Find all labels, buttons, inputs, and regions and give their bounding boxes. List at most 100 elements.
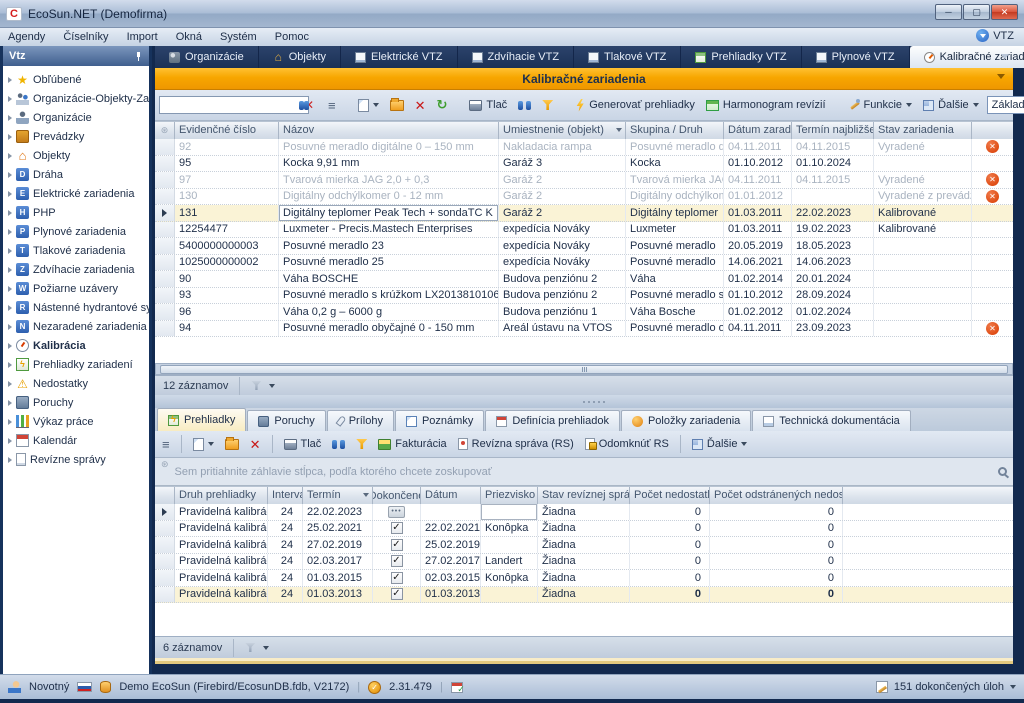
functions-button[interactable]: Funkcie	[845, 97, 916, 113]
checkbox-checked-icon[interactable]: ✓	[391, 522, 403, 534]
sidebar-item[interactable]: T Tlakové zariadenia	[3, 241, 149, 260]
detail-tab[interactable]: Prehliadky	[157, 408, 246, 431]
footer-filter-icon[interactable]	[245, 643, 255, 652]
sidebar-item[interactable]: Nedostatky	[3, 374, 149, 393]
menu-item[interactable]: Agendy	[8, 31, 45, 43]
search-input[interactable]	[162, 99, 304, 111]
sidebar-item[interactable]: Revízne správy	[3, 450, 149, 469]
device-row[interactable]: 96 Váha 0,2 g – 6000 g Budova penziónu 1…	[155, 304, 1013, 321]
unlock-rs-button[interactable]: Odomknúť RS	[582, 436, 672, 452]
cell-dokoncene[interactable]: ✓•••	[373, 537, 421, 553]
checkbox-editor-button[interactable]: •••	[388, 506, 405, 518]
print-button[interactable]: Tlač	[466, 97, 510, 113]
filter-button[interactable]	[539, 98, 556, 112]
detail-open-button[interactable]	[222, 437, 242, 452]
sidebar-item[interactable]: N Nezaradené zariadenia	[3, 317, 149, 336]
column-header[interactable]: Druh prehliadky	[175, 487, 268, 504]
expand-arrow-icon[interactable]	[8, 419, 12, 425]
inspection-row[interactable]: Pravidelná kalibrácia 24 01.03.2013 ✓•••…	[155, 587, 1013, 604]
footer-filter-caret-icon[interactable]	[269, 384, 275, 391]
inspection-row[interactable]: Pravidelná kalibrácia 24 01.03.2015 ✓•••…	[155, 570, 1013, 587]
detail-find-button[interactable]	[329, 438, 348, 451]
sidebar-item[interactable]: Prehliadky zariadení	[3, 355, 149, 374]
detail-delete-button[interactable]: ✕	[247, 437, 264, 452]
expand-arrow-icon[interactable]	[8, 286, 12, 292]
layout-menu-button[interactable]: ≡	[325, 96, 339, 115]
device-row[interactable]: 130 Digitálny odchýlkomer 0 - 12 mm Gará…	[155, 189, 1013, 206]
detail-new-button[interactable]	[190, 436, 217, 453]
expand-arrow-icon[interactable]	[8, 324, 12, 330]
expand-arrow-icon[interactable]	[8, 153, 12, 159]
device-row[interactable]: 92 Posuvné meradlo digitálne 0 – 150 mm …	[155, 139, 1013, 156]
slovak-flag-icon[interactable]	[77, 682, 92, 692]
column-header[interactable]: Dokončené	[373, 487, 421, 504]
tab-overflow-caret-icon[interactable]	[1001, 54, 1009, 63]
expand-arrow-icon[interactable]	[8, 115, 12, 121]
sidebar-item[interactable]: Z Zdvíhacie zariadenia	[3, 260, 149, 279]
horizontal-scrollbar[interactable]	[155, 363, 1013, 375]
column-header[interactable]: Názov	[279, 122, 499, 139]
device-row[interactable]: 1025000000002 Posuvné meradlo 25 expedíc…	[155, 255, 1013, 272]
column-header[interactable]: Počet odstránených nedostatkov	[710, 487, 843, 504]
sidebar-item[interactable]: P Plynové zariadenia	[3, 222, 149, 241]
column-header[interactable]: Dátum	[421, 487, 481, 504]
expand-arrow-icon[interactable]	[8, 267, 12, 273]
expand-arrow-icon[interactable]	[8, 400, 12, 406]
expand-arrow-icon[interactable]	[8, 381, 12, 387]
column-header[interactable]: Evidenčné číslo	[175, 122, 279, 139]
document-tab[interactable]: Elektrické VTZ ✕	[341, 46, 458, 68]
minimize-button[interactable]: ─	[935, 4, 962, 20]
detail-tab[interactable]: Poznámky	[395, 410, 484, 431]
menu-item[interactable]: Pomoc	[275, 31, 309, 43]
scrollbar-thumb[interactable]	[160, 365, 1007, 374]
cell-dokoncene[interactable]: ✓•••	[373, 521, 421, 537]
expand-arrow-icon[interactable]	[8, 172, 12, 178]
column-header[interactable]: Skupina / Druh	[626, 122, 724, 139]
detail-tab[interactable]: Položky zariadenia	[621, 410, 751, 431]
group-by-panel[interactable]: ⊛ Sem pritiahnite záhlavie stĺpca, podľa…	[155, 458, 1013, 486]
footer-filter-caret-icon[interactable]	[263, 646, 269, 653]
sidebar-item[interactable]: Organizácie-Objekty-Zari...	[3, 89, 149, 108]
banner-caret-icon[interactable]	[997, 74, 1005, 83]
menu-item[interactable]: Import	[127, 31, 158, 43]
view-selector[interactable]: Základný pohľad	[987, 96, 1024, 114]
maximize-button[interactable]: ▢	[963, 4, 990, 20]
sidebar-item[interactable]: E Elektrické zariadenia	[3, 184, 149, 203]
document-tab[interactable]: Zdvíhacie VTZ ✕	[458, 46, 575, 68]
column-header-sorted[interactable]: Termín	[303, 487, 373, 504]
detail-tab[interactable]: Prílohy	[327, 410, 394, 431]
detail-more-button[interactable]: Ďalšie	[689, 436, 751, 452]
detail-tab[interactable]: Poruchy	[247, 410, 325, 431]
inspection-row[interactable]: Pravidelná kalibrácia 24 27.02.2019 ✓•••…	[155, 537, 1013, 554]
column-header[interactable]: Priezvisko «...	[481, 487, 538, 504]
revision-schedule-button[interactable]: Harmonogram revízií	[703, 97, 829, 113]
expand-arrow-icon[interactable]	[8, 438, 12, 444]
device-row[interactable]: 95 Kocka 9,91 mm Garáž 3 Kocka 01.10.201…	[155, 156, 1013, 173]
calendar-check-icon[interactable]	[451, 682, 463, 693]
column-header[interactable]: Počet nedostatkov	[630, 487, 710, 504]
invoice-button[interactable]: Fakturácia	[375, 436, 449, 452]
more-button[interactable]: Ďalšie	[920, 97, 982, 113]
magnifier-icon[interactable]	[998, 467, 1007, 476]
sidebar-header[interactable]: Vtz	[3, 46, 149, 66]
sidebar-item[interactable]: Kalibrácia	[3, 336, 149, 355]
sidebar-item[interactable]: Prevádzky	[3, 127, 149, 146]
expand-arrow-icon[interactable]	[8, 191, 12, 197]
column-header[interactable]: Interval	[268, 487, 303, 504]
sidebar-item[interactable]: Kalendár	[3, 431, 149, 450]
find-button[interactable]	[515, 99, 534, 112]
column-header[interactable]: Dátum zaradenia	[724, 122, 792, 139]
status-tasks[interactable]: 151 dokončených úloh	[894, 681, 1004, 693]
expand-arrow-icon[interactable]	[8, 229, 12, 235]
generate-inspections-button[interactable]: Generovať prehliadky	[572, 97, 698, 114]
device-row[interactable]: 94 Posuvné meradlo obyčajné 0 - 150 mm A…	[155, 321, 1013, 338]
close-button[interactable]: ✕	[991, 4, 1018, 20]
menu-item[interactable]: Systém	[220, 31, 257, 43]
device-row[interactable]: 12254477 Luxmeter - Precis.Mastech Enter…	[155, 222, 1013, 239]
detail-tab[interactable]: Definícia prehliadok	[485, 410, 620, 431]
document-tab[interactable]: Tlakové VTZ ✕	[574, 46, 681, 68]
refresh-button[interactable]: ↻	[434, 97, 451, 113]
expand-arrow-icon[interactable]	[8, 305, 12, 311]
sidebar-item[interactable]: Poruchy	[3, 393, 149, 412]
expand-arrow-icon[interactable]	[8, 210, 12, 216]
